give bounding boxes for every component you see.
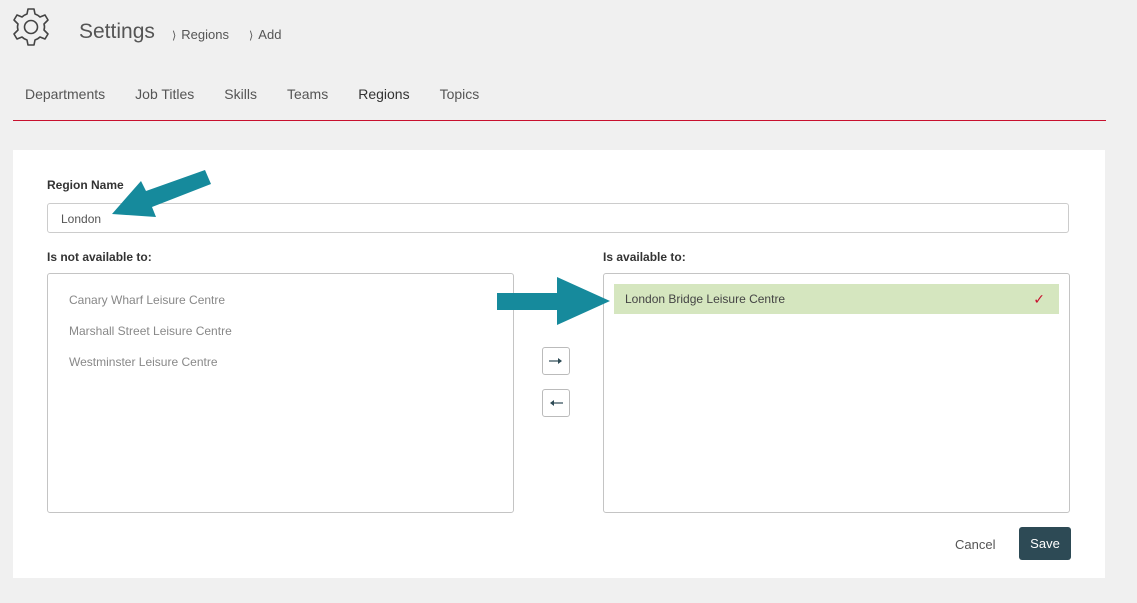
- breadcrumb-separator: ⟩: [172, 30, 177, 42]
- list-item-label: London Bridge Leisure Centre: [625, 292, 786, 306]
- breadcrumb-add: ⟩ Add: [249, 27, 281, 42]
- tab-divider: [13, 120, 1106, 121]
- gear-icon: [13, 8, 49, 46]
- breadcrumb-separator: ⟩: [249, 30, 254, 42]
- list-item-selected[interactable]: London Bridge Leisure Centre ✓: [614, 284, 1059, 314]
- annotation-arrow-icon: [497, 277, 610, 325]
- tab-job-titles[interactable]: Job Titles: [135, 86, 194, 102]
- tab-regions[interactable]: Regions: [358, 86, 409, 102]
- list-item[interactable]: Canary Wharf Leisure Centre: [69, 293, 225, 307]
- page-title: Settings: [79, 20, 155, 43]
- tab-topics[interactable]: Topics: [440, 86, 480, 102]
- not-available-list[interactable]: Canary Wharf Leisure Centre Marshall Str…: [47, 273, 514, 513]
- tab-skills[interactable]: Skills: [224, 86, 257, 102]
- list-item[interactable]: Marshall Street Leisure Centre: [69, 324, 232, 338]
- cancel-button[interactable]: Cancel: [955, 537, 995, 552]
- page-header: Settings ⟩ Regions ⟩ Add: [0, 0, 1137, 70]
- breadcrumb-label: Regions: [181, 27, 229, 42]
- settings-tabs: Departments Job Titles Skills Teams Regi…: [13, 86, 509, 102]
- tab-departments[interactable]: Departments: [25, 86, 105, 102]
- arrow-left-icon: [550, 400, 563, 406]
- breadcrumb-regions[interactable]: ⟩ Regions: [172, 27, 229, 42]
- breadcrumb-label: Add: [258, 27, 282, 42]
- available-label: Is available to:: [603, 250, 686, 264]
- check-icon: ✓: [1033, 291, 1045, 307]
- arrow-right-icon: [549, 358, 562, 364]
- save-button[interactable]: Save: [1019, 527, 1071, 560]
- not-available-label: Is not available to:: [47, 250, 152, 264]
- move-right-button[interactable]: [542, 347, 570, 375]
- annotation-arrow-icon: [112, 170, 211, 217]
- available-list[interactable]: London Bridge Leisure Centre ✓: [603, 273, 1070, 513]
- list-item[interactable]: Westminster Leisure Centre: [69, 355, 218, 369]
- tab-teams[interactable]: Teams: [287, 86, 328, 102]
- move-left-button[interactable]: [542, 389, 570, 417]
